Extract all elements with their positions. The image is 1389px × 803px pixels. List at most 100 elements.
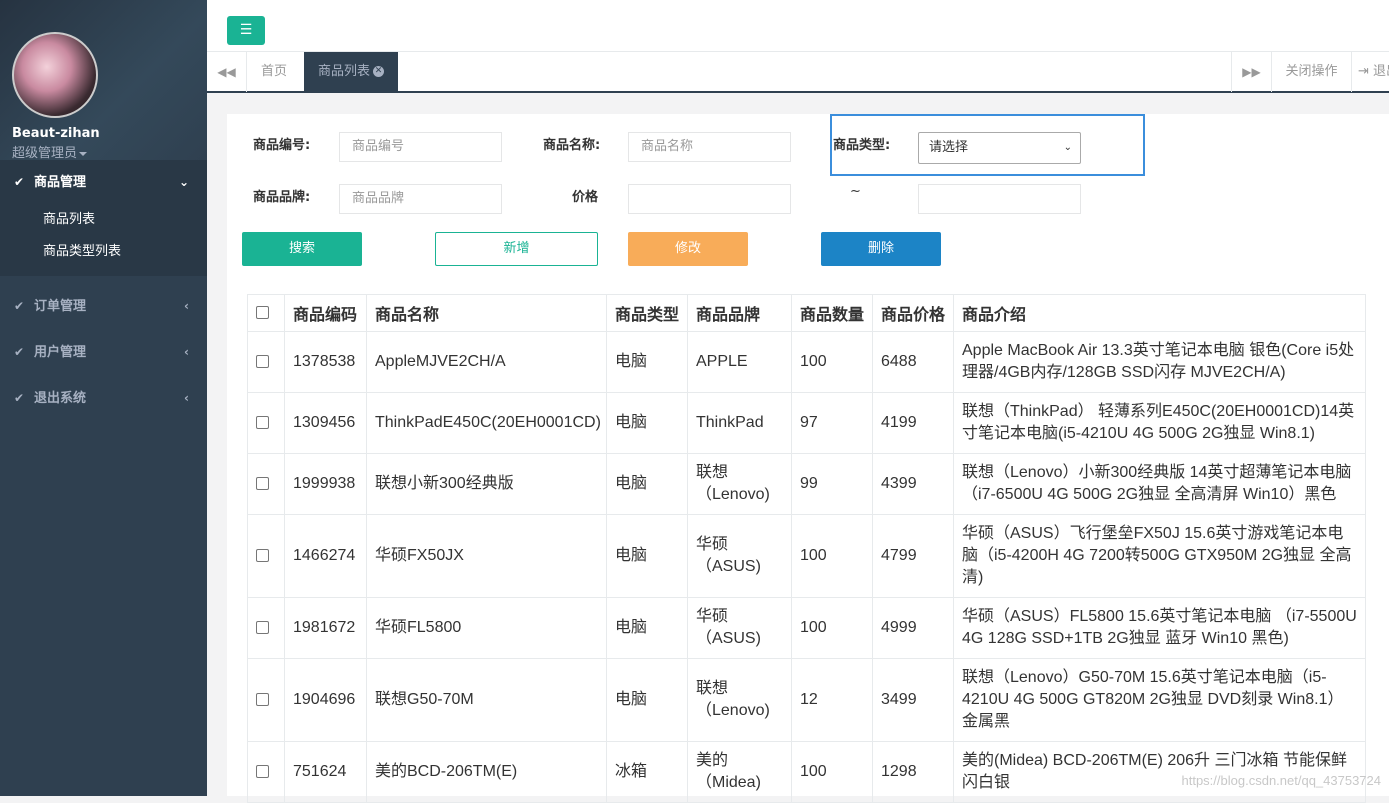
- column-header: 商品编码: [284, 294, 367, 332]
- add-button[interactable]: 新增: [435, 232, 598, 266]
- table-cell: 华硕（ASUS）飞行堡垒FX50J 15.6英寸游戏笔记本电脑（i5-4200H…: [953, 514, 1366, 598]
- tab-home[interactable]: 首页: [247, 52, 301, 92]
- table-cell: 4399: [872, 453, 954, 515]
- table-cell: 联想（Lenovo): [687, 658, 792, 742]
- table-cell: 联想（ThinkPad） 轻薄系列E450C(20EH0001CD)14英寸笔记…: [953, 392, 1366, 454]
- nav-item-goods-management[interactable]: ✔ 商品管理 ⌄: [0, 160, 207, 204]
- row-select-cell: [247, 514, 285, 598]
- nav-label: 用户管理: [34, 345, 87, 360]
- subnav-goods: 商品列表 商品类型列表: [0, 204, 207, 276]
- subnav-item-goods-list[interactable]: 商品列表: [0, 204, 207, 236]
- row-checkbox[interactable]: [256, 477, 269, 491]
- table-cell: 4199: [872, 392, 954, 454]
- check-icon: ✔: [14, 391, 25, 405]
- table-row[interactable]: 751624 美的BCD-206TM(E) 冰箱 美的（Midea) 100 1298 美的…: [247, 741, 1366, 803]
- column-header: 商品类型: [606, 294, 688, 332]
- table-cell: 1378538: [284, 331, 367, 393]
- row-checkbox[interactable]: [256, 355, 269, 369]
- table-cell: 冰箱: [606, 741, 688, 803]
- role-dropdown[interactable]: 超级管理员: [12, 142, 207, 161]
- row-checkbox[interactable]: [256, 765, 269, 779]
- name-label: 商品名称:: [543, 138, 601, 153]
- hamburger-icon: ☰: [239, 22, 253, 38]
- row-checkbox[interactable]: [256, 416, 269, 430]
- delete-button[interactable]: 删除: [821, 232, 941, 266]
- table-row[interactable]: 1466274 华硕FX50JX 电脑 华硕（ASUS) 100 4799 华硕（ASUS）…: [247, 514, 1366, 598]
- check-icon: ✔: [14, 345, 25, 359]
- close-operations-button[interactable]: 关闭操作: [1271, 52, 1351, 92]
- tab-bar: ◀◀ 首页 商品列表✕ ▶▶ 关闭操作 ⇥ 退出: [207, 52, 1389, 93]
- table-cell: 1904696: [284, 658, 367, 742]
- logout-label: 退出: [1373, 64, 1389, 79]
- column-header: 商品品牌: [687, 294, 792, 332]
- table-cell: Apple MacBook Air 13.3英寸笔记本电脑 银色(Core i5…: [953, 331, 1366, 393]
- row-checkbox[interactable]: [256, 621, 269, 635]
- table-cell: 华硕（ASUS): [687, 514, 792, 598]
- table-cell: 联想（Lenovo）G50-70M 15.6英寸笔记本电脑（i5-4210U 4…: [953, 658, 1366, 742]
- table-cell: 联想（Lenovo): [687, 453, 792, 515]
- table-cell: 华硕FX50JX: [366, 514, 607, 598]
- select-all-cell: [247, 294, 285, 332]
- chevron-down-icon: ⌄: [1063, 142, 1072, 153]
- row-checkbox[interactable]: [256, 693, 269, 707]
- table-cell: 华硕（ASUS): [687, 597, 792, 659]
- nav-item-order-management[interactable]: ✔ 订单管理 ‹: [0, 284, 207, 328]
- table-row[interactable]: 1999938 联想小新300经典版 电脑 联想（Lenovo) 99 4399 联想（Le…: [247, 453, 1366, 515]
- price-max-input[interactable]: [918, 184, 1081, 214]
- row-select-cell: [247, 453, 285, 515]
- table-cell: 1981672: [284, 597, 367, 659]
- range-tilde: ~: [850, 184, 861, 199]
- search-button[interactable]: 搜索: [242, 232, 362, 266]
- chevron-left-icon: ‹: [184, 391, 189, 405]
- logout-tab-button[interactable]: ⇥ 退出: [1351, 52, 1389, 92]
- close-tab-icon[interactable]: ✕: [373, 66, 385, 77]
- table-row[interactable]: 1904696 联想G50-70M 电脑 联想（Lenovo) 12 3499 联想（Len…: [247, 658, 1366, 742]
- table-cell: 12: [791, 658, 873, 742]
- code-input[interactable]: 商品编号: [339, 132, 502, 162]
- table-cell: 1309456: [284, 392, 367, 454]
- subnav-item-goods-type-list[interactable]: 商品类型列表: [0, 236, 207, 268]
- chevron-down-icon: ⌄: [178, 175, 189, 189]
- table-cell: 电脑: [606, 392, 688, 454]
- table-cell: 1999938: [284, 453, 367, 515]
- tab-label: 商品列表: [318, 64, 371, 79]
- table-cell: APPLE: [687, 331, 792, 393]
- row-select-cell: [247, 331, 285, 393]
- tab-goods-list[interactable]: 商品列表 ✕: [304, 52, 399, 92]
- edit-button[interactable]: 修改: [628, 232, 748, 266]
- table-row[interactable]: 1981672 华硕FL5800 电脑 华硕（ASUS) 100 4999 华硕（ASUS）…: [247, 597, 1366, 659]
- tab-scroll-left-icon[interactable]: ◀◀: [207, 52, 247, 92]
- type-select[interactable]: 请选择 ⌄: [918, 132, 1081, 164]
- nav-item-logout[interactable]: ✔ 退出系统 ‹: [0, 376, 207, 420]
- type-label: 商品类型:: [833, 138, 891, 153]
- menu-toggle-button[interactable]: ☰: [227, 16, 265, 45]
- brand-input[interactable]: 商品品牌: [339, 184, 502, 214]
- select-all-checkbox[interactable]: [256, 306, 269, 320]
- chevron-left-icon: ‹: [184, 299, 189, 313]
- sidebar: Beaut-zihan 超级管理员 ✔ 商品管理 ⌄ 商品列表 商品类型列表 ✔ 订…: [0, 0, 207, 796]
- caret-down-icon: [79, 151, 88, 156]
- table-cell: 华硕（ASUS）FL5800 15.6英寸笔记本电脑 （i7-5500U 4G …: [953, 597, 1366, 659]
- row-checkbox[interactable]: [256, 549, 269, 563]
- column-header: 商品介绍: [953, 294, 1366, 332]
- table-cell: 100: [791, 597, 873, 659]
- table-cell: 751624: [284, 741, 367, 803]
- name-input[interactable]: 商品名称: [628, 132, 791, 162]
- row-select-cell: [247, 392, 285, 454]
- table-cell: 100: [791, 331, 873, 393]
- table-cell: 1466274: [284, 514, 367, 598]
- tab-scroll-right-icon[interactable]: ▶▶: [1231, 52, 1271, 92]
- nav-item-user-management[interactable]: ✔ 用户管理 ‹: [0, 330, 207, 374]
- price-min-input[interactable]: [628, 184, 791, 214]
- table-cell: 美的（Midea): [687, 741, 792, 803]
- table-cell: AppleMJVE2CH/A: [366, 331, 607, 393]
- table-cell: ThinkPadE450C(20EH0001CD): [366, 392, 607, 454]
- table-row[interactable]: 1309456 ThinkPadE450C(20EH0001CD) 电脑 ThinkP…: [247, 392, 1366, 454]
- nav-label: 订单管理: [34, 299, 87, 314]
- table-cell: 4799: [872, 514, 954, 598]
- table-cell: 3499: [872, 658, 954, 742]
- table-cell: 99: [791, 453, 873, 515]
- table-row[interactable]: 1378538 AppleMJVE2CH/A 电脑 APPLE 100 6488 Apple…: [247, 331, 1366, 393]
- avatar[interactable]: [12, 32, 98, 118]
- table-cell: 电脑: [606, 514, 688, 598]
